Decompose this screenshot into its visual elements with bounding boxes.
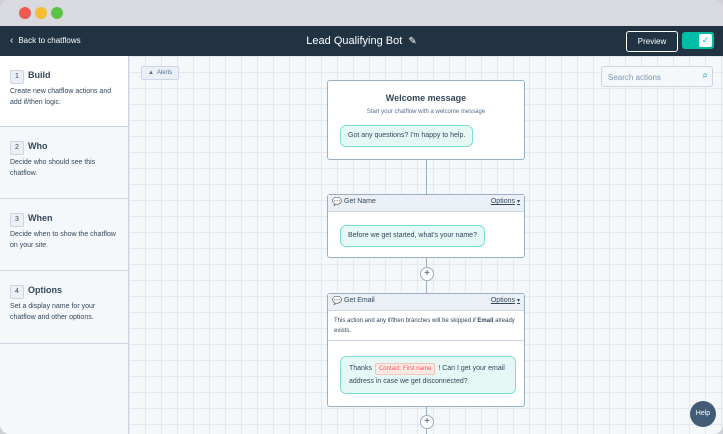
options-label: Options — [490, 297, 515, 304]
welcome-message-bubble[interactable]: Got any questions? I'm happy to help. — [340, 125, 474, 147]
step-number: 2 — [10, 141, 24, 155]
check-icon: ✓ — [699, 34, 712, 47]
chat-bubble-icon: 💬 — [332, 197, 342, 206]
pencil-icon[interactable]: ✎ — [408, 27, 416, 57]
get-name-card[interactable]: 💬 Get Name Options ▾ Before we get starte… — [327, 194, 525, 258]
window-title-bar — [0, 0, 723, 26]
search-actions-box: ⌕ — [601, 66, 713, 87]
card-header: 💬 Get Email Options ▾ — [328, 294, 524, 311]
step-title: Who — [28, 141, 48, 151]
maximize-window-button[interactable] — [51, 7, 63, 19]
card-header: 💬 Get Name Options ▾ — [328, 195, 524, 212]
alerts-button[interactable]: ▲ Alerts — [141, 66, 180, 80]
step-number: 1 — [10, 70, 24, 84]
chevron-down-icon: ▾ — [516, 199, 520, 205]
divider — [328, 340, 524, 341]
publish-toggle[interactable]: ✓ — [682, 32, 714, 49]
contact-first-name-token[interactable]: Contact: First name — [374, 363, 436, 375]
alerts-label: Alerts — [156, 70, 173, 76]
action-label: Get Email — [344, 297, 375, 304]
step-description: Decide when to show the chatflow on your… — [10, 231, 116, 249]
connector-line — [426, 158, 427, 194]
step-description: Decide who should see this chatflow. — [10, 159, 96, 177]
close-window-button[interactable] — [19, 7, 31, 19]
message-text: Thanks — [349, 365, 372, 372]
step-description: Create new chatflow actions and add if/t… — [10, 88, 112, 106]
step-number: 3 — [10, 213, 24, 227]
options-dropdown[interactable]: Options ▾ — [491, 297, 520, 304]
welcome-message-card[interactable]: Welcome message Start your chatflow with… — [327, 80, 525, 160]
help-button[interactable]: Help — [690, 401, 716, 427]
welcome-title: Welcome message — [385, 93, 467, 103]
sidebar-step-options[interactable]: 4 Options Set a display name for your ch… — [0, 271, 128, 344]
welcome-subtitle: Start your chatflow with a welcome messa… — [366, 109, 486, 115]
chatflow-title[interactable]: Lead Qualifying Bot ✎ — [0, 26, 723, 56]
skip-note-bold: Email — [477, 318, 494, 324]
warning-icon: ▲ — [148, 70, 154, 76]
skip-note: This action and any if/then branches wil… — [334, 316, 518, 336]
get-email-card[interactable]: 💬 Get Email Options ▾ This action and any… — [327, 293, 525, 407]
add-action-button[interactable]: + — [420, 415, 434, 429]
step-title: Options — [28, 285, 62, 295]
chatflow-canvas[interactable]: ▲Alerts ⌕ + + Welcome message Start your… — [129, 56, 723, 434]
options-label: Options — [490, 198, 515, 205]
action-label: Get Name — [344, 198, 376, 205]
preview-button[interactable]: Preview — [626, 31, 678, 52]
minimize-window-button[interactable] — [35, 7, 47, 19]
chatflow-title-text: Lead Qualifying Bot — [306, 35, 403, 47]
chat-bubble-icon: 💬 — [332, 296, 342, 305]
step-description: Set a display name for your chatflow and… — [10, 303, 96, 321]
get-email-message-bubble[interactable]: Thanks Contact: First name! Can I get you… — [340, 356, 516, 394]
search-actions-input[interactable] — [606, 69, 696, 85]
setup-sidebar: 1 Build Create new chatflow actions and … — [0, 56, 129, 434]
step-number: 4 — [10, 285, 24, 299]
step-title: Build — [28, 70, 51, 80]
sidebar-step-who[interactable]: 2 Who Decide who should see this chatflo… — [0, 127, 128, 199]
skip-note-text: This action and any if/then branches wil… — [334, 318, 476, 324]
sidebar-step-when[interactable]: 3 When Decide when to show the chatflow … — [0, 199, 128, 271]
add-action-button[interactable]: + — [420, 267, 434, 281]
search-icon[interactable]: ⌕ — [702, 70, 708, 81]
app-window: ‹ Back to chatflows Lead Qualifying Bot ✎ … — [0, 0, 723, 434]
sidebar-step-build[interactable]: 1 Build Create new chatflow actions and … — [0, 56, 128, 127]
chevron-down-icon: ▾ — [516, 298, 520, 304]
step-title: When — [28, 213, 53, 223]
get-name-message-bubble[interactable]: Before we get started, what's your name? — [340, 225, 485, 247]
options-dropdown[interactable]: Options ▾ — [491, 198, 520, 205]
editor-header: ‹ Back to chatflows Lead Qualifying Bot ✎ … — [0, 26, 723, 56]
